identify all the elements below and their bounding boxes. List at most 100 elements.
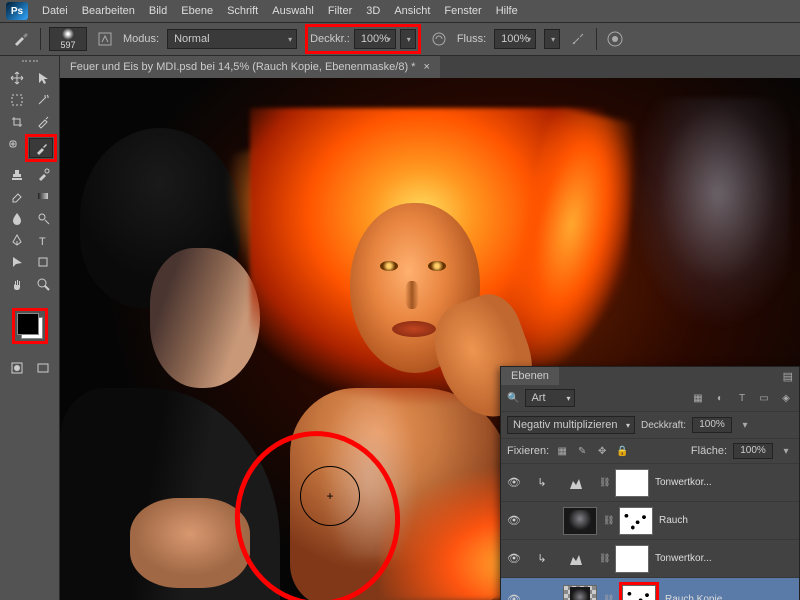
blend-mode-dropdown[interactable]: Normal xyxy=(167,29,297,49)
layer-opacity-input[interactable]: 100% xyxy=(692,417,732,433)
layer-row-0[interactable]: 👁 ↳ ⛓ Tonwertkor... xyxy=(501,464,799,502)
mask-thumb-highlight xyxy=(619,582,659,600)
layers-panel-tab[interactable]: Ebenen xyxy=(501,367,559,385)
fill-input[interactable]: 100% xyxy=(733,443,773,459)
layer-row-1[interactable]: 👁 ⛓ Rauch xyxy=(501,502,799,540)
panel-menu-icon[interactable]: ▤ xyxy=(777,370,799,383)
crop-tool[interactable] xyxy=(5,112,29,132)
menu-3d[interactable]: 3D xyxy=(366,5,380,17)
quickmask-icon[interactable] xyxy=(5,358,29,378)
fill-arrow-icon[interactable]: ▾ xyxy=(779,444,793,458)
layer-blend-mode-dropdown[interactable]: Negativ multiplizieren xyxy=(507,416,635,434)
brush-tool[interactable] xyxy=(29,138,53,158)
lock-pixels-icon[interactable]: ✎ xyxy=(575,444,589,458)
menu-filter[interactable]: Filter xyxy=(328,5,352,17)
eyedropper-tool[interactable] xyxy=(31,112,55,132)
eraser-tool[interactable] xyxy=(5,186,29,206)
link-icon: ⛓ xyxy=(599,477,609,488)
filter-type-icon[interactable]: T xyxy=(735,391,749,405)
toolbox-grip-icon[interactable] xyxy=(22,60,38,66)
brush-panel-toggle-icon[interactable] xyxy=(95,29,115,49)
lock-label: Fixieren: xyxy=(507,445,549,457)
close-tab-icon[interactable]: × xyxy=(423,61,429,73)
link-icon: ⛓ xyxy=(603,515,613,526)
opacity-input[interactable]: 100% xyxy=(354,29,396,49)
opacity-dropdown-icon[interactable] xyxy=(400,29,416,49)
filter-shape-icon[interactable]: ▭ xyxy=(757,391,771,405)
layer-name[interactable]: Rauch xyxy=(659,515,688,526)
visibility-icon[interactable]: 👁 xyxy=(507,514,521,527)
visibility-icon[interactable]: 👁 xyxy=(507,593,521,600)
options-bar: 597 Modus: Normal Deckkr.: 100% Fluss: 1… xyxy=(0,22,800,56)
mode-label: Modus: xyxy=(123,33,159,45)
opacity-highlight: Deckkr.: 100% xyxy=(305,24,421,54)
document-title: Feuer und Eis by MDI.psd bei 14,5% (Rauc… xyxy=(70,61,415,73)
filter-smart-icon[interactable]: ◈ xyxy=(779,391,793,405)
filter-adjust-icon[interactable]: ◐ xyxy=(713,391,727,405)
lock-transparent-icon[interactable]: ▦ xyxy=(555,444,569,458)
shape-tool[interactable] xyxy=(31,252,55,272)
brush-preset-picker[interactable]: 597 xyxy=(49,27,87,51)
layer-opacity-label: Deckkraft: xyxy=(641,420,686,431)
layer-name[interactable]: Tonwertkor... xyxy=(655,553,712,564)
menu-image[interactable]: Bild xyxy=(149,5,167,17)
lock-all-icon[interactable]: 🔒 xyxy=(615,444,629,458)
lock-position-icon[interactable]: ✥ xyxy=(595,444,609,458)
document-tab[interactable]: Feuer und Eis by MDI.psd bei 14,5% (Rauc… xyxy=(60,56,440,78)
layer-row-2[interactable]: 👁 ↳ ⛓ Tonwertkor... xyxy=(501,540,799,578)
type-tool[interactable]: T xyxy=(31,230,55,250)
menu-edit[interactable]: Bearbeiten xyxy=(82,5,135,17)
layer-thumb[interactable] xyxy=(563,507,597,535)
selection-arrow-tool[interactable] xyxy=(31,68,55,88)
layer-name[interactable]: Rauch Kopie xyxy=(665,594,722,600)
layer-mask-thumb[interactable] xyxy=(615,469,649,497)
gradient-tool[interactable] xyxy=(31,186,55,206)
color-swatch-highlight xyxy=(12,308,48,344)
flow-dropdown-icon[interactable] xyxy=(544,29,560,49)
layer-row-3[interactable]: 👁 ⛓ Rauch Kopie xyxy=(501,578,799,600)
menu-layer[interactable]: Ebene xyxy=(181,5,213,17)
app-logo: Ps xyxy=(6,2,28,20)
visibility-icon[interactable]: 👁 xyxy=(507,476,521,489)
menu-select[interactable]: Auswahl xyxy=(272,5,314,17)
marquee-tool[interactable] xyxy=(5,90,29,110)
airbrush-icon[interactable] xyxy=(568,29,588,49)
stamp-tool[interactable] xyxy=(5,164,29,184)
healing-tool[interactable] xyxy=(2,134,23,154)
history-brush-tool[interactable] xyxy=(31,164,55,184)
layer-name[interactable]: Tonwertkor... xyxy=(655,477,712,488)
screenmode-icon[interactable] xyxy=(31,358,55,378)
menu-view[interactable]: Ansicht xyxy=(394,5,430,17)
layer-mask-thumb[interactable] xyxy=(619,507,653,535)
path-select-tool[interactable] xyxy=(5,252,29,272)
flow-input[interactable]: 100% xyxy=(494,29,536,49)
menu-type[interactable]: Schrift xyxy=(227,5,258,17)
visibility-icon[interactable]: 👁 xyxy=(507,552,521,565)
menu-window[interactable]: Fenster xyxy=(444,5,481,17)
canvas-area[interactable]: Feuer und Eis by MDI.psd bei 14,5% (Rauc… xyxy=(60,56,800,600)
flow-label: Fluss: xyxy=(457,33,486,45)
pressure-size-icon[interactable] xyxy=(605,29,625,49)
menu-help[interactable]: Hilfe xyxy=(496,5,518,17)
dodge-tool[interactable] xyxy=(31,208,55,228)
layer-thumb[interactable] xyxy=(563,585,597,600)
brush-tool-highlight xyxy=(25,134,57,162)
tool-preset-icon[interactable] xyxy=(10,28,32,50)
pressure-opacity-icon[interactable] xyxy=(429,29,449,49)
hand-tool[interactable] xyxy=(5,274,29,294)
filter-pixel-icon[interactable]: ▦ xyxy=(691,391,705,405)
layer-mask-thumb[interactable] xyxy=(615,545,649,573)
move-tool[interactable] xyxy=(5,68,29,88)
layer-filter-dropdown[interactable]: Art xyxy=(525,389,575,407)
menu-file[interactable]: Datei xyxy=(42,5,68,17)
pen-tool[interactable] xyxy=(5,230,29,250)
brush-size-value: 597 xyxy=(60,40,75,50)
blur-tool[interactable] xyxy=(5,208,29,228)
layer-mask-thumb[interactable] xyxy=(622,585,656,600)
magic-wand-tool[interactable] xyxy=(31,90,55,110)
foreground-color[interactable] xyxy=(17,313,39,335)
link-icon: ⛓ xyxy=(603,594,613,600)
clip-indicator-icon: ↳ xyxy=(527,470,557,496)
zoom-tool[interactable] xyxy=(31,274,55,294)
opacity-arrow-icon[interactable]: ▾ xyxy=(738,418,752,432)
